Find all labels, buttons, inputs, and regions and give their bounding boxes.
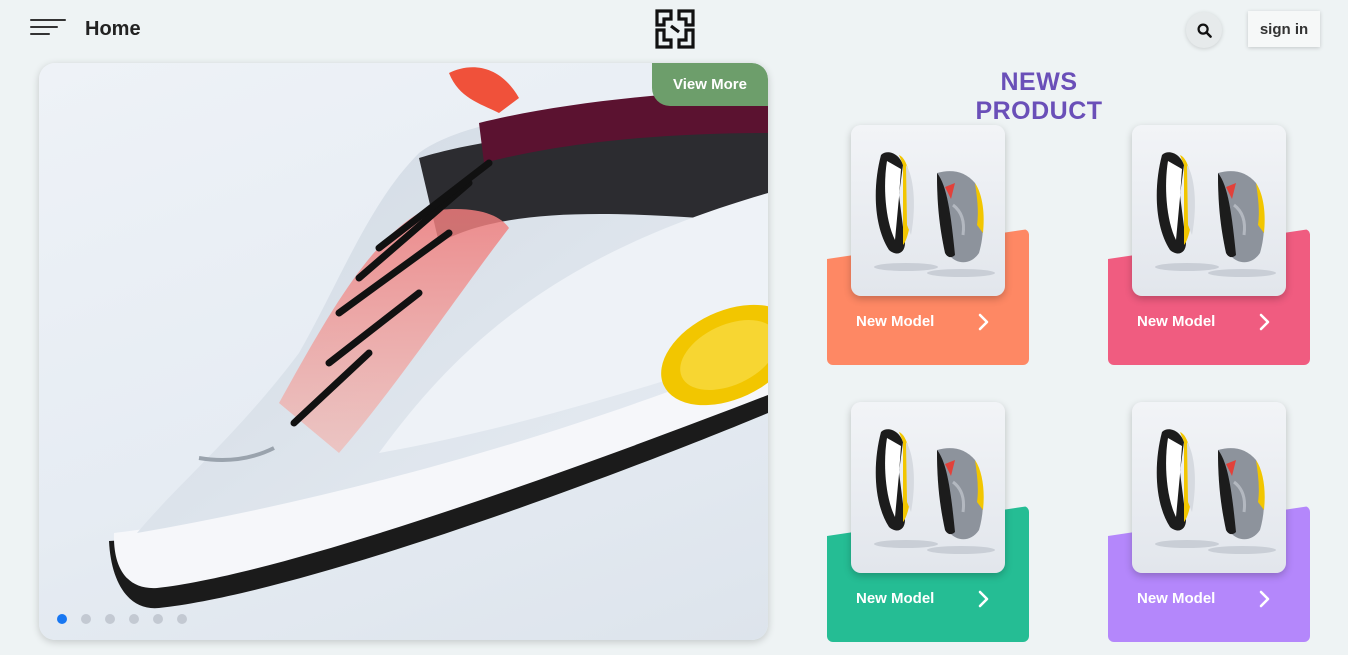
hamburger-menu-icon[interactable] — [30, 17, 66, 37]
product-image — [1132, 125, 1286, 296]
search-icon — [1196, 22, 1212, 38]
carousel-dot-6[interactable] — [177, 614, 187, 624]
sneaker-pair-image — [1155, 429, 1276, 554]
product-label: New Model — [1137, 590, 1216, 607]
product-card-2[interactable]: New Model — [1108, 125, 1310, 365]
chevron-right-icon[interactable] — [1258, 590, 1272, 608]
news-product-title: NEWS PRODUCT — [975, 68, 1103, 125]
sneaker-pair-image — [874, 152, 995, 277]
carousel-dot-1[interactable] — [57, 614, 67, 624]
hero-carousel[interactable]: View More — [39, 63, 768, 640]
hero-shoe-image — [109, 67, 768, 609]
home-link[interactable]: Home — [85, 18, 141, 41]
carousel-dots — [57, 614, 187, 624]
product-label: New Model — [856, 313, 935, 330]
chevron-right-icon[interactable] — [977, 590, 991, 608]
carousel-dot-5[interactable] — [153, 614, 163, 624]
carousel-dot-3[interactable] — [105, 614, 115, 624]
product-card-3[interactable]: New Model — [827, 402, 1029, 642]
product-image — [1132, 402, 1286, 573]
product-image — [851, 125, 1005, 296]
sneaker-pair-image — [874, 429, 995, 554]
brand-logo[interactable] — [654, 8, 696, 50]
sign-in-button[interactable]: sign in — [1248, 11, 1320, 47]
carousel-dot-2[interactable] — [81, 614, 91, 624]
chevron-right-icon[interactable] — [977, 313, 991, 331]
chevron-right-icon[interactable] — [1258, 313, 1272, 331]
product-image — [851, 402, 1005, 573]
view-more-button[interactable]: View More — [652, 63, 768, 106]
product-card-1[interactable]: New Model — [827, 125, 1029, 365]
search-button[interactable] — [1186, 12, 1222, 48]
product-label: New Model — [1137, 313, 1216, 330]
sneaker-pair-image — [1155, 152, 1276, 277]
carousel-dot-4[interactable] — [129, 614, 139, 624]
product-label: New Model — [856, 590, 935, 607]
product-card-4[interactable]: New Model — [1108, 402, 1310, 642]
